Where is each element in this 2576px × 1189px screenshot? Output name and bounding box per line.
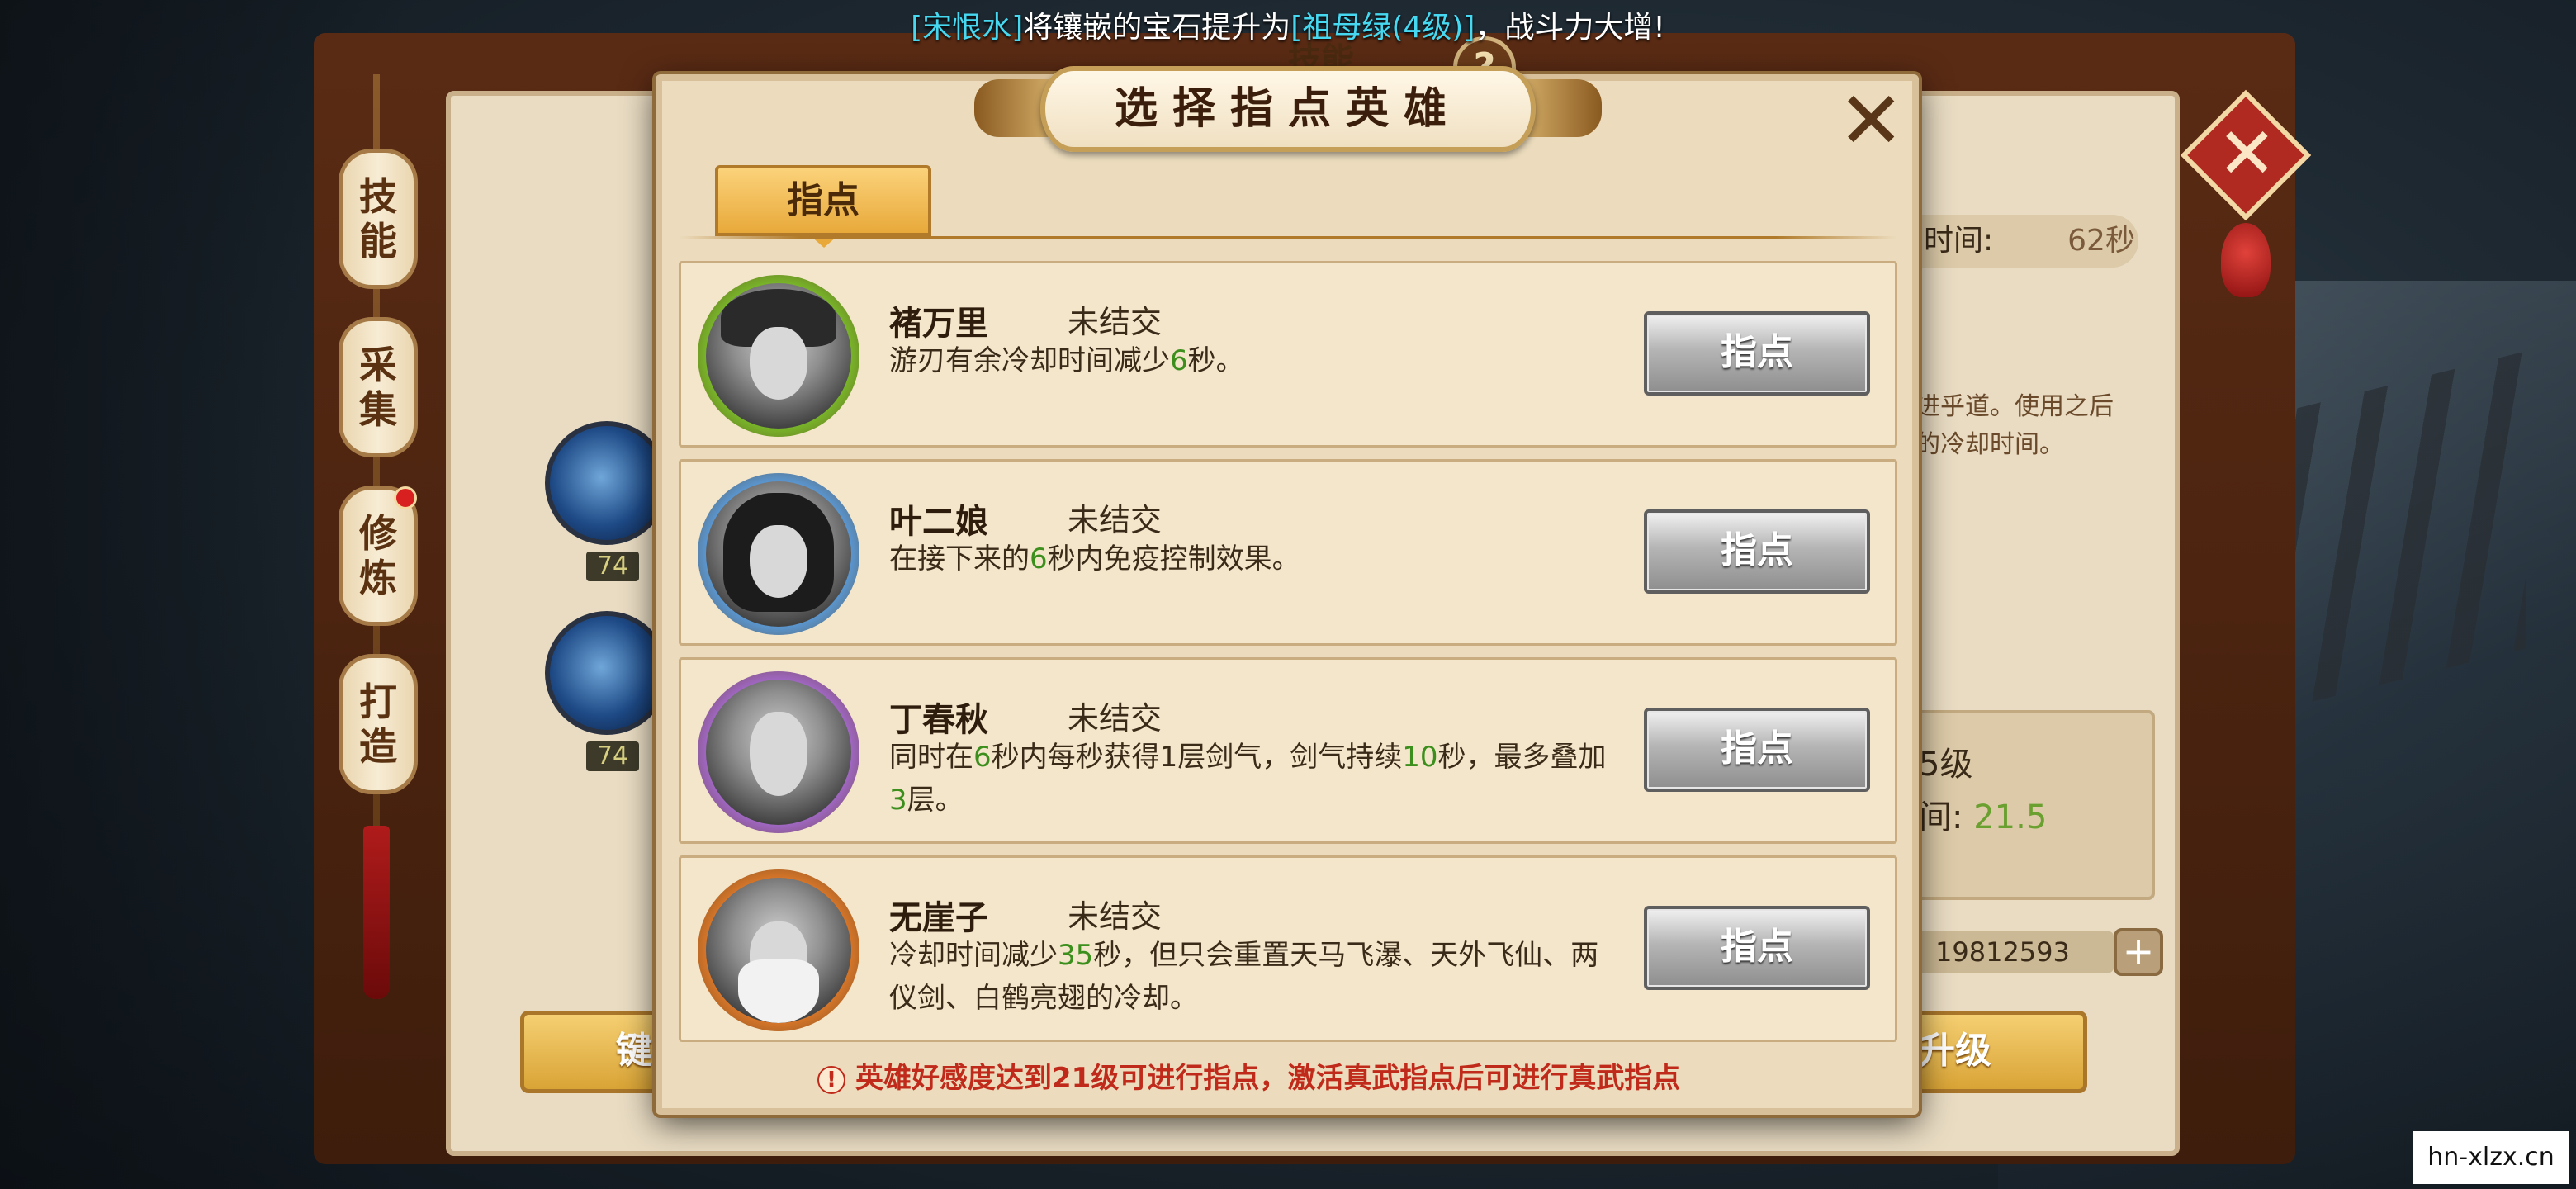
- cooldown-time-field: 时间: 62秒: [1891, 215, 2138, 268]
- hero-status: 未结交: [1068, 700, 1163, 737]
- hero-description: 游刃有余冷却时间减少6秒。: [889, 344, 1244, 377]
- vtab-forge[interactable]: 打 造: [339, 654, 418, 794]
- system-broadcast: [宋恨水]将镶嵌的宝石提升为[祖母绿(4级)]，战斗力大增!: [0, 3, 2576, 46]
- footer-notice: ! 英雄好感度达到21级可进行指点，激活真武指点后可进行真武指点: [817, 1055, 1680, 1096]
- hero-description: 在接下来的6秒内免疫控制效果。: [889, 542, 1300, 576]
- modal-title: 选择指点英雄: [1040, 66, 1536, 152]
- hero-status: 未结交: [1068, 502, 1163, 538]
- hero-row: 叶二娘 未结交 在接下来的6秒内免疫控制效果。 指点: [679, 459, 1897, 646]
- hero-row: 无崖子 未结交 冷却时间减少35秒，但只会重置天马飞瀑、天外飞仙、两仪剑、白鹤亮…: [679, 855, 1897, 1042]
- guide-button[interactable]: 指点: [1644, 311, 1870, 396]
- guide-button[interactable]: 指点: [1644, 509, 1870, 594]
- vtab-label: 修 炼: [359, 511, 397, 600]
- vtab-label: 采 集: [359, 343, 397, 432]
- interval-label: 间:: [1919, 798, 1963, 836]
- hero-portrait: [706, 283, 851, 429]
- broadcast-gem[interactable]: [祖母绿(4级)]: [1290, 11, 1475, 45]
- skill-level-badge: 74: [586, 741, 639, 771]
- tab-divider: [679, 236, 1897, 239]
- hero-portrait: [706, 878, 851, 1023]
- warning-icon: !: [817, 1065, 845, 1094]
- skill-icon[interactable]: [545, 611, 669, 735]
- lantern-icon: [2221, 223, 2271, 297]
- close-icon[interactable]: ✕: [1838, 81, 1904, 160]
- hero-row: 褚万里 未结交 游刃有余冷却时间减少6秒。 指点: [679, 261, 1897, 448]
- next-level-text: 5级: [1919, 746, 1973, 784]
- hero-avatar[interactable]: [698, 671, 859, 833]
- guide-button[interactable]: 指点: [1644, 906, 1870, 990]
- vtab-label: 技 能: [359, 174, 397, 263]
- vtab-cultivate[interactable]: 修 炼: [339, 486, 418, 626]
- hero-avatar[interactable]: [698, 275, 859, 437]
- hero-row: 丁春秋 未结交 同时在6秒内每秒获得1层剑气，剑气持续10秒，最多叠加3层。 指…: [679, 657, 1897, 844]
- footer-text: 英雄好感度达到21级可进行指点，激活真武指点后可进行真武指点: [855, 1062, 1681, 1095]
- red-tassel: [363, 826, 390, 999]
- hero-avatar[interactable]: [698, 473, 859, 635]
- vtab-label: 打 造: [359, 680, 397, 769]
- broadcast-player[interactable]: [宋恨水]: [911, 11, 1023, 45]
- skill-icon[interactable]: [545, 421, 669, 545]
- watermark: hn-xlzx.cn: [2413, 1131, 2569, 1184]
- hero-avatar[interactable]: [698, 869, 859, 1031]
- hero-description: 同时在6秒内每秒获得1层剑气，剑气持续10秒，最多叠加3层。: [889, 741, 1607, 817]
- resource-amount: 19812593: [1899, 931, 2114, 973]
- hero-name: 褚万里: [889, 305, 988, 343]
- hero-portrait: [706, 680, 851, 825]
- hero-name: 叶二娘: [889, 503, 988, 541]
- time-label: 时间:: [1924, 224, 1994, 258]
- notification-dot: [394, 486, 417, 509]
- skill-description: 进乎道。使用之后 的冷却时间。: [1915, 392, 2114, 459]
- add-resource-button[interactable]: +: [2114, 928, 2163, 976]
- broadcast-text: 将镶嵌的宝石提升为: [1023, 11, 1291, 45]
- hero-status: 未结交: [1068, 898, 1163, 935]
- hero-status: 未结交: [1068, 304, 1163, 340]
- hero-name: 无崖子: [889, 899, 988, 937]
- vtab-skill[interactable]: 技 能: [339, 149, 418, 289]
- hero-name: 丁春秋: [889, 701, 988, 739]
- tab-guidance[interactable]: 指点: [715, 165, 931, 236]
- interval-value: 21.5: [1973, 798, 2048, 836]
- time-value: 62秒: [2067, 224, 2135, 258]
- vtab-gather[interactable]: 采 集: [339, 317, 418, 457]
- hero-description: 冷却时间减少35秒，但只会重置天马飞瀑、天外飞仙、两仪剑、白鹤亮翅的冷却。: [889, 939, 1599, 1015]
- hero-portrait: [706, 481, 851, 627]
- skill-level-badge: 74: [586, 552, 639, 581]
- next-level-box: 5级 间: 21.5: [1891, 710, 2155, 900]
- guide-button[interactable]: 指点: [1644, 708, 1870, 792]
- broadcast-end: ，战斗力大增!: [1475, 11, 1665, 45]
